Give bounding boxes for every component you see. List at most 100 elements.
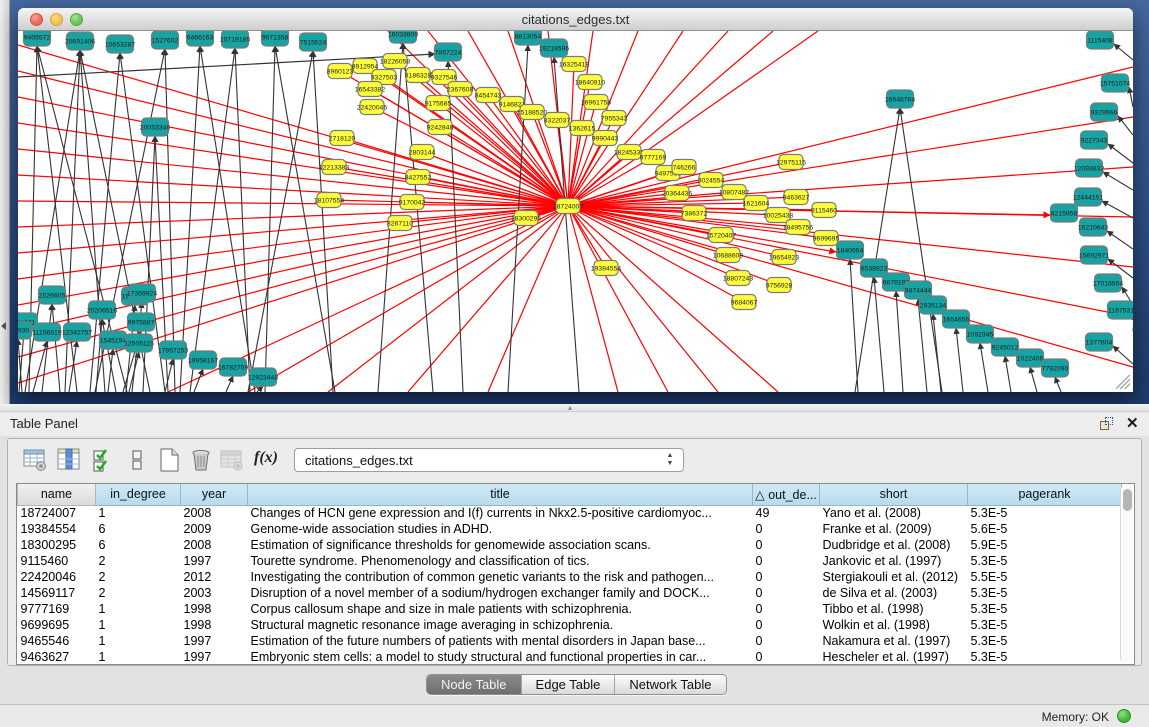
graph-node-label: 9405572 bbox=[24, 34, 51, 41]
graph-edge-red[interactable] bbox=[568, 67, 1133, 206]
graph-edge-red[interactable] bbox=[568, 206, 1133, 367]
left-panel-gutter[interactable] bbox=[0, 0, 10, 404]
graph-edge-black[interactable] bbox=[1113, 346, 1133, 364]
table-row[interactable]: 1938455462009Genome-wide association stu… bbox=[18, 521, 1122, 537]
column-header[interactable]: title bbox=[248, 484, 753, 505]
table-scrollbar-thumb[interactable] bbox=[1123, 489, 1132, 511]
column-edit-icon[interactable] bbox=[56, 447, 82, 473]
column-header[interactable]: name bbox=[18, 484, 96, 505]
table-selector-dropdown[interactable]: citations_edges.txt ▲▼ bbox=[294, 448, 684, 472]
graph-edge-black[interactable] bbox=[96, 319, 102, 392]
graph-edge-black[interactable] bbox=[933, 314, 941, 392]
select-columns-icon[interactable] bbox=[90, 447, 116, 473]
table-cell: Yano et al. (2008) bbox=[820, 505, 968, 521]
tab-edge-table[interactable]: Edge Table bbox=[521, 675, 615, 694]
collapse-arrow-icon[interactable] bbox=[1, 322, 6, 330]
graph-edge-black[interactable] bbox=[554, 57, 579, 392]
graph-edge-black[interactable] bbox=[248, 51, 313, 392]
graph-edge-black[interactable] bbox=[200, 46, 255, 392]
table-settings-icon[interactable] bbox=[22, 447, 48, 473]
graph-edge-black[interactable] bbox=[1129, 87, 1133, 107]
column-header[interactable]: short bbox=[820, 484, 968, 505]
table-row[interactable]: 1456911722003Disruption of a novel membe… bbox=[18, 585, 1122, 601]
graph-edge-black[interactable] bbox=[226, 376, 233, 392]
graph-edge-black[interactable] bbox=[1108, 144, 1133, 163]
graph-edge-red[interactable] bbox=[18, 206, 568, 253]
citation-graph[interactable]: 1872400789601238912954182260589327503165… bbox=[18, 31, 1133, 392]
graph-edge-black[interactable] bbox=[52, 304, 60, 392]
graph-edge-black[interactable] bbox=[1114, 44, 1133, 60]
table-row[interactable]: 977716911998Corpus callosum shape and si… bbox=[18, 601, 1122, 617]
graph-edge-red[interactable] bbox=[248, 206, 568, 392]
table-cell: 2 bbox=[96, 553, 181, 569]
graph-edge-black[interactable] bbox=[1107, 231, 1133, 249]
tab-node-table[interactable]: Node Table bbox=[427, 675, 521, 694]
table-cell: 0 bbox=[753, 553, 820, 569]
graph-edge-black[interactable] bbox=[1102, 201, 1133, 218]
graph-edge-black[interactable] bbox=[980, 343, 988, 392]
graph-edge-black[interactable] bbox=[1103, 172, 1133, 190]
table-row[interactable]: 2242004622012Investigating the contribut… bbox=[18, 569, 1122, 585]
graph-edge-red[interactable] bbox=[568, 167, 1133, 206]
graph-node-label: 18640910 bbox=[575, 79, 605, 86]
column-header[interactable]: pagerank bbox=[968, 484, 1122, 505]
spinner-arrows-icon[interactable]: ▲▼ bbox=[663, 452, 677, 468]
graph-node-label: 10807487 bbox=[719, 189, 749, 196]
divider-handle-icon[interactable]: ▴ bbox=[568, 405, 572, 411]
canvas-resize-grip[interactable] bbox=[1116, 375, 1130, 389]
column-header[interactable]: year bbox=[181, 484, 248, 505]
graph-edge-black[interactable] bbox=[129, 352, 139, 392]
table-row[interactable]: 911546021997Tourette syndrome. Phenomeno… bbox=[18, 553, 1122, 569]
row-height-icon[interactable] bbox=[124, 447, 150, 473]
close-panel-icon[interactable]: ✕ bbox=[1126, 414, 1139, 432]
network-canvas[interactable]: 1872400789601238912954182260589327503165… bbox=[18, 31, 1133, 392]
table-row[interactable]: 946362711997Embryonic stem cells: a mode… bbox=[18, 649, 1122, 665]
table-row[interactable]: 946554611997Estimation of the future num… bbox=[18, 633, 1122, 649]
graph-edge-black[interactable] bbox=[850, 259, 858, 392]
graph-edge-black[interactable] bbox=[313, 51, 333, 392]
graph-edge-red[interactable] bbox=[342, 138, 568, 206]
graph-edge-black[interactable] bbox=[265, 46, 275, 392]
graph-node-label: 8813054 bbox=[515, 33, 542, 40]
window-titlebar[interactable]: citations_edges.txt bbox=[18, 8, 1133, 31]
graph-edge-black[interactable] bbox=[896, 291, 903, 392]
tab-network-table[interactable]: Network Table bbox=[614, 675, 725, 694]
graph-edge-black[interactable] bbox=[143, 136, 155, 392]
graph-edge-red[interactable] bbox=[488, 206, 568, 392]
graph-edge-black[interactable] bbox=[956, 328, 963, 392]
graph-edge-red[interactable] bbox=[18, 206, 568, 383]
float-panel-icon[interactable] bbox=[1100, 417, 1114, 431]
table-cell: Estimation of the future numbers of pati… bbox=[248, 633, 753, 649]
graph-edge-black[interactable] bbox=[275, 46, 335, 392]
table-header-row[interactable]: namein_degreeyeartitle△ out_de...shortpa… bbox=[18, 484, 1122, 505]
table-cell: 2 bbox=[96, 569, 181, 585]
table-row[interactable]: 969969511998Structural magnetic resonanc… bbox=[18, 617, 1122, 633]
table-scrollbar[interactable] bbox=[1120, 485, 1133, 663]
status-bar: Memory: OK bbox=[0, 704, 1149, 727]
function-builder-icon[interactable]: f(x) bbox=[254, 449, 280, 475]
table-cell: 9463627 bbox=[18, 649, 96, 665]
graph-node-label: 1362615 bbox=[569, 125, 596, 132]
memory-status-indicator[interactable] bbox=[1117, 709, 1131, 723]
graph-edge-red[interactable] bbox=[408, 206, 568, 392]
delete-table-icon[interactable] bbox=[188, 447, 214, 473]
memory-status-label: Memory: OK bbox=[1042, 710, 1109, 724]
table-cell: 1 bbox=[96, 633, 181, 649]
panel-divider[interactable]: ▴ bbox=[0, 404, 1149, 412]
graph-edge-black[interactable] bbox=[1118, 116, 1133, 135]
graph-edge-red[interactable] bbox=[568, 206, 618, 392]
graph-edge-black[interactable] bbox=[1055, 377, 1061, 392]
graph-edge-red[interactable] bbox=[328, 206, 568, 392]
new-table-icon[interactable] bbox=[156, 447, 182, 473]
column-header[interactable]: △ out_de... bbox=[753, 484, 820, 505]
graph-edge-black[interactable] bbox=[235, 48, 250, 392]
graph-edge-black[interactable] bbox=[194, 369, 203, 392]
graph-edge-red[interactable] bbox=[334, 167, 568, 206]
column-header[interactable]: in_degree bbox=[96, 484, 181, 505]
desktop-background: citations_edges.txt 18724007896012389129… bbox=[0, 0, 1149, 404]
table-row[interactable]: 1872400712008Changes of HCN gene express… bbox=[18, 505, 1122, 521]
table-row[interactable]: 1830029562008Estimation of significance … bbox=[18, 537, 1122, 553]
graph-edge-black[interactable] bbox=[1005, 356, 1011, 392]
graph-node-label: 12342757 bbox=[62, 329, 92, 336]
graph-edge-black[interactable] bbox=[1030, 367, 1037, 392]
